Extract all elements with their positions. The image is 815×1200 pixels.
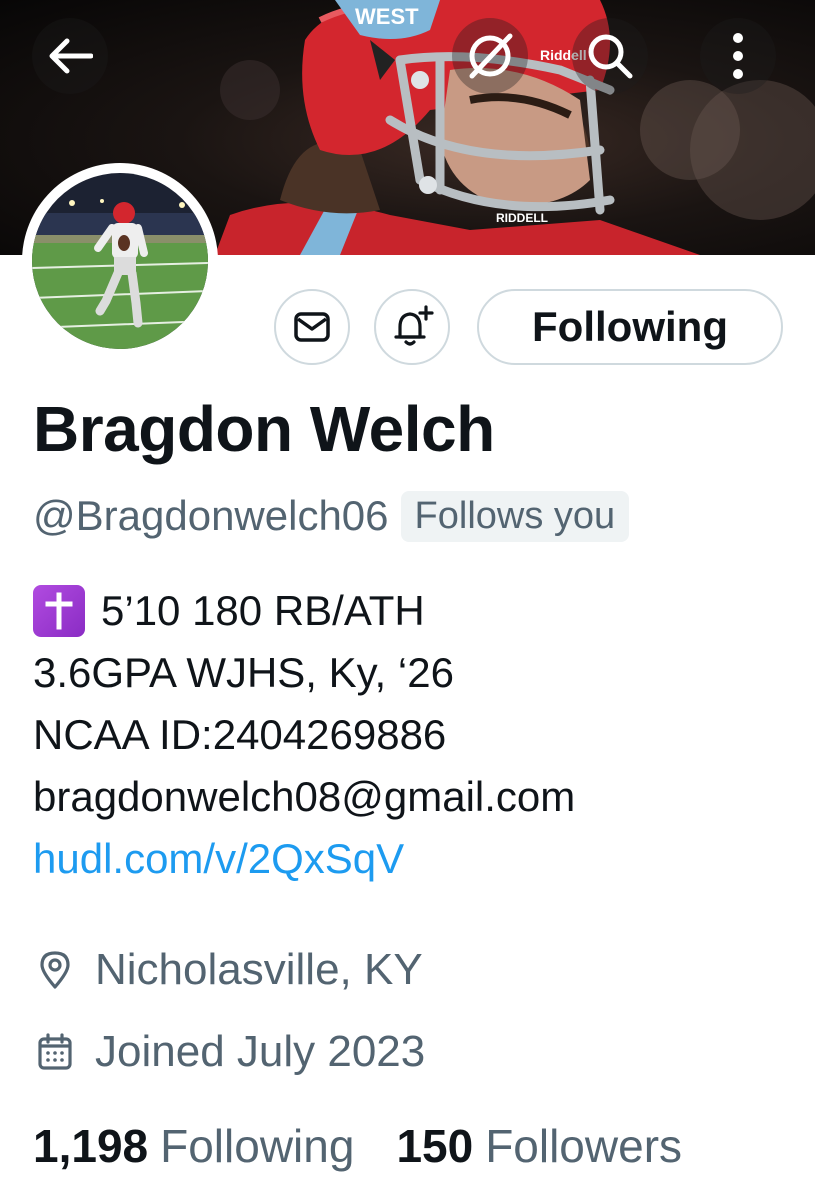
latin-cross-icon [33, 585, 85, 637]
bio-link[interactable]: hudl.com/v/2QxSqV [33, 828, 404, 890]
bio: 5’10 180 RB/ATH 3.6GPA WJHS, Ky, ‘26 NCA… [33, 580, 575, 890]
bio-text-line4: bragdonwelch08@gmail.com [33, 773, 576, 820]
following-count-link[interactable]: 1,198 Following [33, 1119, 354, 1173]
follow-counts: 1,198 Following 150 Followers [33, 1114, 682, 1178]
followers-count: 150 [396, 1120, 474, 1172]
grok-icon [469, 33, 513, 79]
follows-you-badge: Follows you [400, 490, 630, 542]
avatar-image [32, 173, 208, 349]
bio-text-line1: 5’10 180 RB/ATH [101, 587, 425, 634]
followers-count-link[interactable]: 150 Followers [396, 1119, 682, 1173]
following-label: Following [160, 1120, 355, 1172]
followers-label: Followers [485, 1120, 683, 1172]
avatar[interactable] [22, 163, 218, 359]
location-text: Nicholasville, KY [95, 945, 423, 994]
handle-row: @Bragdonwelch06 Follows you [33, 486, 630, 546]
bio-text-line3: NCAA ID:2404269886 [33, 711, 447, 758]
search-button[interactable] [572, 18, 648, 94]
arrow-left-icon [49, 38, 93, 74]
bell-plus-icon [394, 305, 434, 346]
search-icon [588, 34, 633, 79]
following-count: 1,198 [33, 1120, 149, 1172]
joined-text: Joined July 2023 [95, 1027, 426, 1076]
message-button[interactable] [274, 289, 350, 365]
envelope-icon [294, 312, 330, 342]
joined-row: Joined July 2023 [33, 1022, 425, 1082]
location-row: Nicholasville, KY [33, 940, 423, 1000]
following-button[interactable]: Following [477, 289, 783, 365]
handle: @Bragdonwelch06 [33, 492, 389, 539]
notifications-button[interactable] [374, 289, 450, 365]
bio-text-line2: 3.6GPA WJHS, Ky, ‘26 [33, 649, 454, 696]
grok-button[interactable] [452, 18, 528, 94]
calendar-icon [33, 1030, 77, 1074]
bio-line: 5’10 180 RB/ATH [33, 580, 575, 642]
more-vertical-icon [733, 33, 743, 79]
bio-link-row: hudl.com/v/2QxSqV [33, 828, 575, 890]
display-name: Bragdon Welch [33, 393, 495, 465]
location-pin-icon [33, 948, 77, 992]
more-button[interactable] [700, 18, 776, 94]
svg-text:RIDDELL: RIDDELL [496, 211, 548, 225]
svg-text:WEST: WEST [355, 4, 419, 29]
back-button[interactable] [32, 18, 108, 94]
